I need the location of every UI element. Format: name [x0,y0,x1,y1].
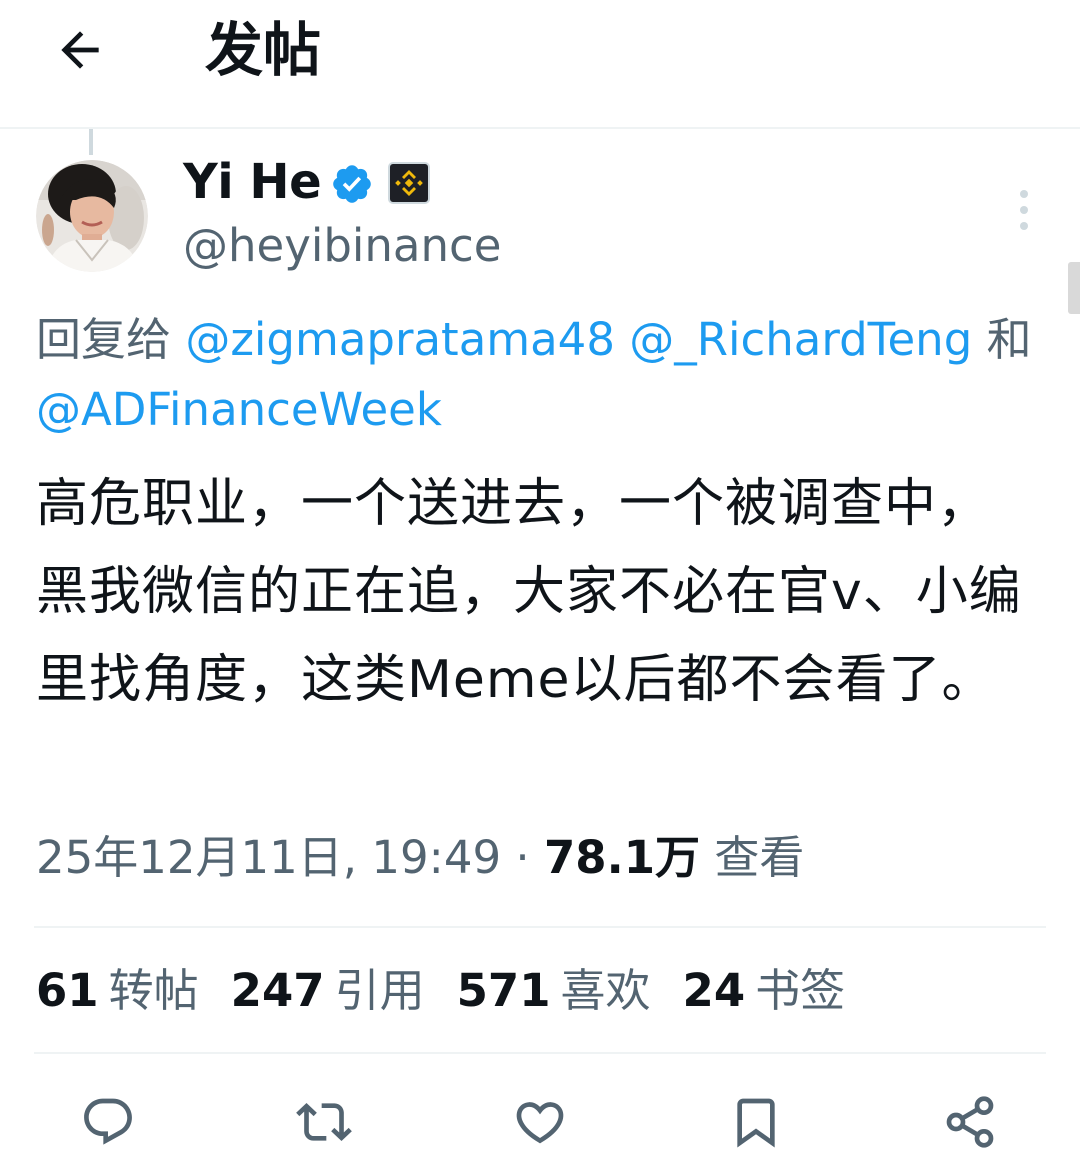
reply-icon [84,1098,132,1145]
bookmark-stat[interactable]: 24 书签 [683,958,846,1024]
reply-joiner: 和 [972,313,1032,366]
repost-button[interactable] [292,1090,356,1154]
more-vertical-icon [1020,190,1028,198]
handle[interactable]: @heyibinance [183,216,501,276]
header-divider [0,127,1080,129]
engagement-stats: 61 转帖 247 引用 571 喜欢 24 书签 [36,958,845,1024]
avatar[interactable] [36,160,148,272]
page-title: 发帖 [205,16,322,84]
divider [34,1052,1046,1054]
meta-separator: · [501,831,544,884]
stat-count: 24 [682,964,746,1017]
reply-prefix: 回复给 [36,313,186,366]
view-label: 查看 [700,831,805,884]
view-count[interactable]: 78.1万 [544,831,700,884]
stat-count: 61 [36,964,99,1017]
timestamp[interactable]: 25年12月11日, 19:49 [36,831,501,884]
stat-label: 引用 [334,964,425,1017]
reply-context: 回复给 @zigmapratama48 @_RichardTeng 和 @ADF… [36,305,1080,445]
mention-link[interactable]: @_RichardTeng [629,313,972,366]
bookmark-icon [737,1098,775,1148]
verified-badge-icon[interactable] [330,162,374,206]
stat-count: 247 [230,964,325,1017]
like-stat[interactable]: 571 喜欢 [457,958,651,1024]
more-options-button[interactable] [1000,182,1048,238]
reply-button[interactable] [76,1090,140,1154]
tweet-meta: 25年12月11日, 19:49 · 78.1万 查看 [36,825,804,891]
repost-stat[interactable]: 61 转帖 [36,958,199,1024]
like-button[interactable] [508,1090,572,1154]
arrow-left-icon [61,31,99,69]
divider [34,926,1046,928]
thread-connector-line [89,129,93,155]
tweet-text: 高危职业，一个送进去，一个被调查中，黑我微信的正在追，大家不必在官v、小编里找角… [36,474,1022,710]
back-button[interactable] [40,10,120,90]
avatar-image [36,160,148,272]
mention-link[interactable]: @zigmapratama48 [185,313,615,366]
display-name[interactable]: Yi He [183,152,322,212]
mention-link[interactable]: @ADFinanceWeek [36,383,442,436]
like-icon [516,1102,564,1144]
share-icon [946,1096,994,1148]
stat-label: 转帖 [108,964,199,1017]
bookmark-button[interactable] [724,1090,788,1154]
share-button[interactable] [938,1090,1002,1154]
stat-count: 571 [456,964,551,1017]
quote-stat[interactable]: 247 引用 [231,958,425,1024]
stat-label: 书签 [755,964,846,1017]
binance-logo-icon[interactable] [388,162,430,204]
stat-label: 喜欢 [560,964,651,1017]
repost-icon [296,1103,352,1141]
